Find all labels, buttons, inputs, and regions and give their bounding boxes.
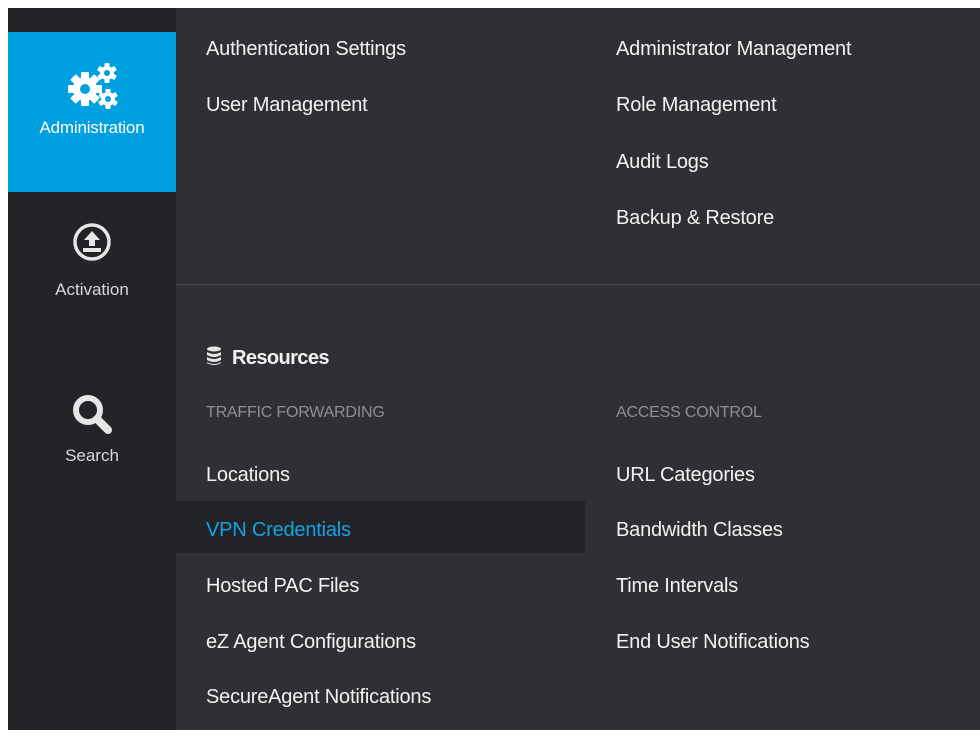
menu-link-role-management[interactable]: Role Management: [616, 94, 777, 117]
admin-menu-window: Administration Activation Search Authent…: [8, 8, 980, 730]
nav-rail: Administration Activation Search: [8, 8, 176, 730]
menu-link-user-management[interactable]: User Management: [206, 94, 368, 117]
section-divider: [176, 284, 980, 285]
subheading-access-control: ACCESS CONTROL: [616, 404, 762, 421]
nav-label-search: Search: [65, 446, 119, 465]
menu-link-audit-logs[interactable]: Audit Logs: [616, 151, 709, 174]
database-icon: [207, 346, 221, 365]
nav-label-administration: Administration: [39, 118, 145, 137]
menu-link-bandwidth-classes[interactable]: Bandwidth Classes: [616, 519, 783, 542]
menu-link-time-intervals[interactable]: Time Intervals: [616, 575, 738, 598]
section-title-label: Resources: [232, 347, 329, 369]
nav-item-administration[interactable]: Administration: [8, 32, 176, 192]
nav-label-activation: Activation: [55, 280, 129, 299]
nav-item-search[interactable]: Search: [8, 392, 176, 492]
menu-link-secureagent-notifications[interactable]: SecureAgent Notifications: [206, 686, 431, 709]
menu-link-hosted-pac-files[interactable]: Hosted PAC Files: [206, 575, 359, 598]
menu-link-locations[interactable]: Locations: [206, 464, 290, 487]
menu-link-administrator-management[interactable]: Administrator Management: [616, 38, 852, 61]
menu-link-backup-restore[interactable]: Backup & Restore: [616, 207, 774, 230]
subheading-traffic-forwarding: TRAFFIC FORWARDING: [206, 404, 385, 421]
upload-circle-icon: [73, 223, 111, 261]
gears-icon: [68, 63, 118, 109]
menu-link-vpn-credentials[interactable]: VPN Credentials: [206, 519, 351, 542]
section-title-resources: Resources: [206, 346, 329, 370]
menu-link-url-categories[interactable]: URL Categories: [616, 464, 755, 487]
menu-link-authentication-settings[interactable]: Authentication Settings: [206, 38, 406, 61]
search-icon: [73, 395, 112, 434]
menu-link-end-user-notifications[interactable]: End User Notifications: [616, 631, 810, 654]
nav-item-activation[interactable]: Activation: [8, 222, 176, 332]
menu-link-ez-agent-configurations[interactable]: eZ Agent Configurations: [206, 631, 416, 654]
